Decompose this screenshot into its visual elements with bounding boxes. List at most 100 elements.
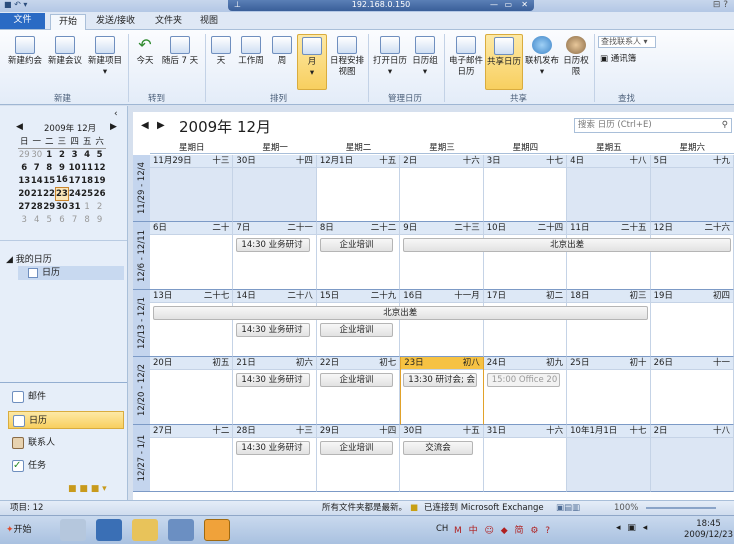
mini-calendar-day[interactable]: 26	[93, 187, 106, 200]
taskbar-outlook-icon[interactable]	[204, 519, 230, 541]
tab-home[interactable]: 开始	[50, 14, 87, 30]
taskbar-folder-icon[interactable]	[132, 519, 158, 541]
event-seminar[interactable]: 14:30 业务研讨	[236, 440, 310, 455]
month-view-button[interactable]: 月 ▾	[297, 34, 327, 90]
event-training[interactable]: 企业培训	[319, 373, 394, 388]
mini-calendar-day[interactable]: 7	[31, 161, 44, 174]
tray-icons[interactable]: ◂ ▣ ◂	[616, 523, 649, 533]
language-indicator[interactable]: CH	[436, 524, 448, 534]
week-range-label[interactable]: 12/27 - 1/1	[133, 424, 150, 492]
mini-calendar-day[interactable]: 14	[31, 174, 44, 187]
zoom-slider[interactable]	[646, 507, 716, 509]
view-buttons[interactable]: ▣▤▥	[556, 501, 580, 515]
mini-calendar-day[interactable]: 12	[93, 161, 106, 174]
next-month-icon[interactable]: ▶	[157, 120, 165, 131]
mini-calendar-day[interactable]: 30	[31, 148, 44, 161]
mini-calendar-day[interactable]: 20	[18, 187, 31, 200]
mini-calendar-day[interactable]: 2	[56, 148, 69, 161]
event-meeting[interactable]: 13:30 研讨会; 会	[403, 373, 477, 388]
rdp-restore-icon[interactable]: ▭	[504, 0, 512, 10]
start-button[interactable]: ✦开始	[2, 520, 32, 540]
day-cell[interactable]: 30日 十五	[400, 424, 484, 492]
new-meeting-button[interactable]: 新建会议	[46, 36, 84, 67]
mini-prev-icon[interactable]: ◀	[16, 122, 23, 132]
email-calendar-button[interactable]: 电子邮件日历	[448, 36, 484, 78]
day-cell[interactable]: 21日 初六	[233, 357, 317, 425]
mini-calendar-day[interactable]: 27	[18, 200, 31, 213]
day-cell[interactable]: 2日 十六	[400, 155, 484, 223]
mini-calendar-day[interactable]: 6	[18, 161, 31, 174]
event-exchange[interactable]: 交流会	[403, 440, 473, 455]
schedule-view-button[interactable]: 日程安排视图	[330, 36, 364, 78]
week-range-label[interactable]: 11/29 - 12/4	[133, 155, 150, 223]
rdp-close-icon[interactable]: ✕	[521, 0, 528, 10]
minimize-icon[interactable]: ⊟ ?	[713, 0, 728, 10]
mini-calendar-day[interactable]: 31	[68, 200, 81, 213]
event-office[interactable]: 15:00 Office 20	[486, 373, 561, 388]
day-cell[interactable]: 18日 初三	[567, 289, 651, 358]
day-cell[interactable]: 31日 十六	[483, 424, 568, 492]
workweek-view-button[interactable]: 工作周	[235, 36, 267, 67]
day-cell[interactable]: 28日 十三	[233, 424, 317, 492]
mini-calendar-day[interactable]: 23	[55, 186, 69, 201]
mini-calendar-day[interactable]: 30	[56, 200, 69, 213]
day-cell[interactable]: 7日 二十一	[233, 222, 317, 290]
event-seminar[interactable]: 14:30 业务研讨	[236, 322, 310, 337]
publish-online-button[interactable]: 联机发布 ▾	[524, 36, 560, 78]
day-cell[interactable]: 4日 十八	[567, 155, 651, 223]
next7-button[interactable]: 随后 7 天	[160, 36, 200, 67]
event-seminar[interactable]: 14:30 业务研讨	[236, 238, 310, 253]
tab-folder[interactable]: 文件夹	[147, 14, 190, 30]
mini-calendar-day[interactable]: 25	[81, 187, 94, 200]
mini-calendar-day[interactable]: 2	[93, 200, 106, 213]
taskbar-powershell-icon[interactable]	[96, 519, 122, 541]
mini-calendar-day[interactable]: 28	[31, 200, 44, 213]
nav-mail-button[interactable]: 邮件	[8, 388, 124, 406]
taskbar-server-icon[interactable]	[60, 519, 86, 541]
tab-view[interactable]: 视图	[192, 14, 226, 30]
week-view-button[interactable]: 周	[269, 36, 295, 67]
rdp-minimize-icon[interactable]: —	[490, 0, 498, 10]
day-cell[interactable]: 29日 十四	[316, 424, 401, 492]
day-cell[interactable]: 24日 初九	[483, 357, 568, 425]
calendar-permissions-button[interactable]: 日历权限	[562, 36, 590, 78]
collapse-icon[interactable]: ‹	[114, 109, 118, 119]
mini-calendar-day[interactable]: 8	[81, 213, 94, 226]
open-calendar-button[interactable]: 打开日历 ▾	[372, 36, 408, 78]
share-calendar-button[interactable]: 共享日历	[485, 34, 523, 90]
ime-toolbar-icon[interactable]: M 中 ☺ ◆ 简 ⚙ ?	[454, 523, 552, 536]
new-appointment-button[interactable]: 新建约会	[6, 36, 44, 67]
event-training[interactable]: 企业培训	[319, 238, 394, 253]
day-cell[interactable]: 3日 十七	[483, 155, 568, 223]
new-items-button[interactable]: 新建项目 ▾	[86, 36, 124, 78]
mini-calendar-day[interactable]: 19	[93, 174, 106, 187]
address-book-button[interactable]: ▣ 通讯簿	[600, 52, 636, 64]
event-beijing-trip[interactable]: 北京出差	[403, 238, 731, 253]
mini-calendar-day[interactable]: 29	[43, 200, 56, 213]
day-cell[interactable]: 5日 十九	[650, 155, 734, 223]
day-cell[interactable]: 8日 二十二	[316, 222, 401, 290]
day-cell[interactable]: 16日 十一月	[400, 289, 484, 358]
nav-contacts-button[interactable]: 联系人	[8, 434, 124, 452]
mini-calendar-day[interactable]: 3	[18, 213, 31, 226]
mini-calendar-day[interactable]: 21	[31, 187, 44, 200]
mini-calendar-day[interactable]: 24	[68, 187, 81, 200]
day-cell[interactable]: 30日 十四	[233, 155, 317, 223]
mini-calendar-day[interactable]: 7	[68, 213, 81, 226]
folder-shortcuts-icon[interactable]: ■ ■ ■ ▾	[68, 484, 107, 494]
tab-file[interactable]: 文件	[0, 13, 45, 29]
event-training[interactable]: 企业培训	[319, 440, 394, 455]
day-cell[interactable]: 10年1月1日 十七	[567, 424, 651, 492]
day-view-button[interactable]: 天	[209, 36, 233, 67]
day-cell[interactable]: 10日 二十四	[483, 222, 568, 290]
week-range-label[interactable]: 12/20 - 12/2	[133, 357, 150, 425]
mini-calendar-day[interactable]: 15	[43, 174, 56, 187]
taskbar-network-icon[interactable]	[168, 519, 194, 541]
day-cell[interactable]: 19日 初四	[650, 289, 734, 358]
my-calendars-header[interactable]: ◢ 我的日历	[6, 252, 52, 265]
day-cell[interactable]: 17日 初二	[483, 289, 568, 358]
day-cell[interactable]: 11月29日 十三	[150, 155, 234, 223]
event-training[interactable]: 企业培训	[319, 322, 394, 337]
mini-calendar-day[interactable]: 17	[68, 174, 81, 187]
pin-icon[interactable]: ⊥	[234, 0, 241, 10]
